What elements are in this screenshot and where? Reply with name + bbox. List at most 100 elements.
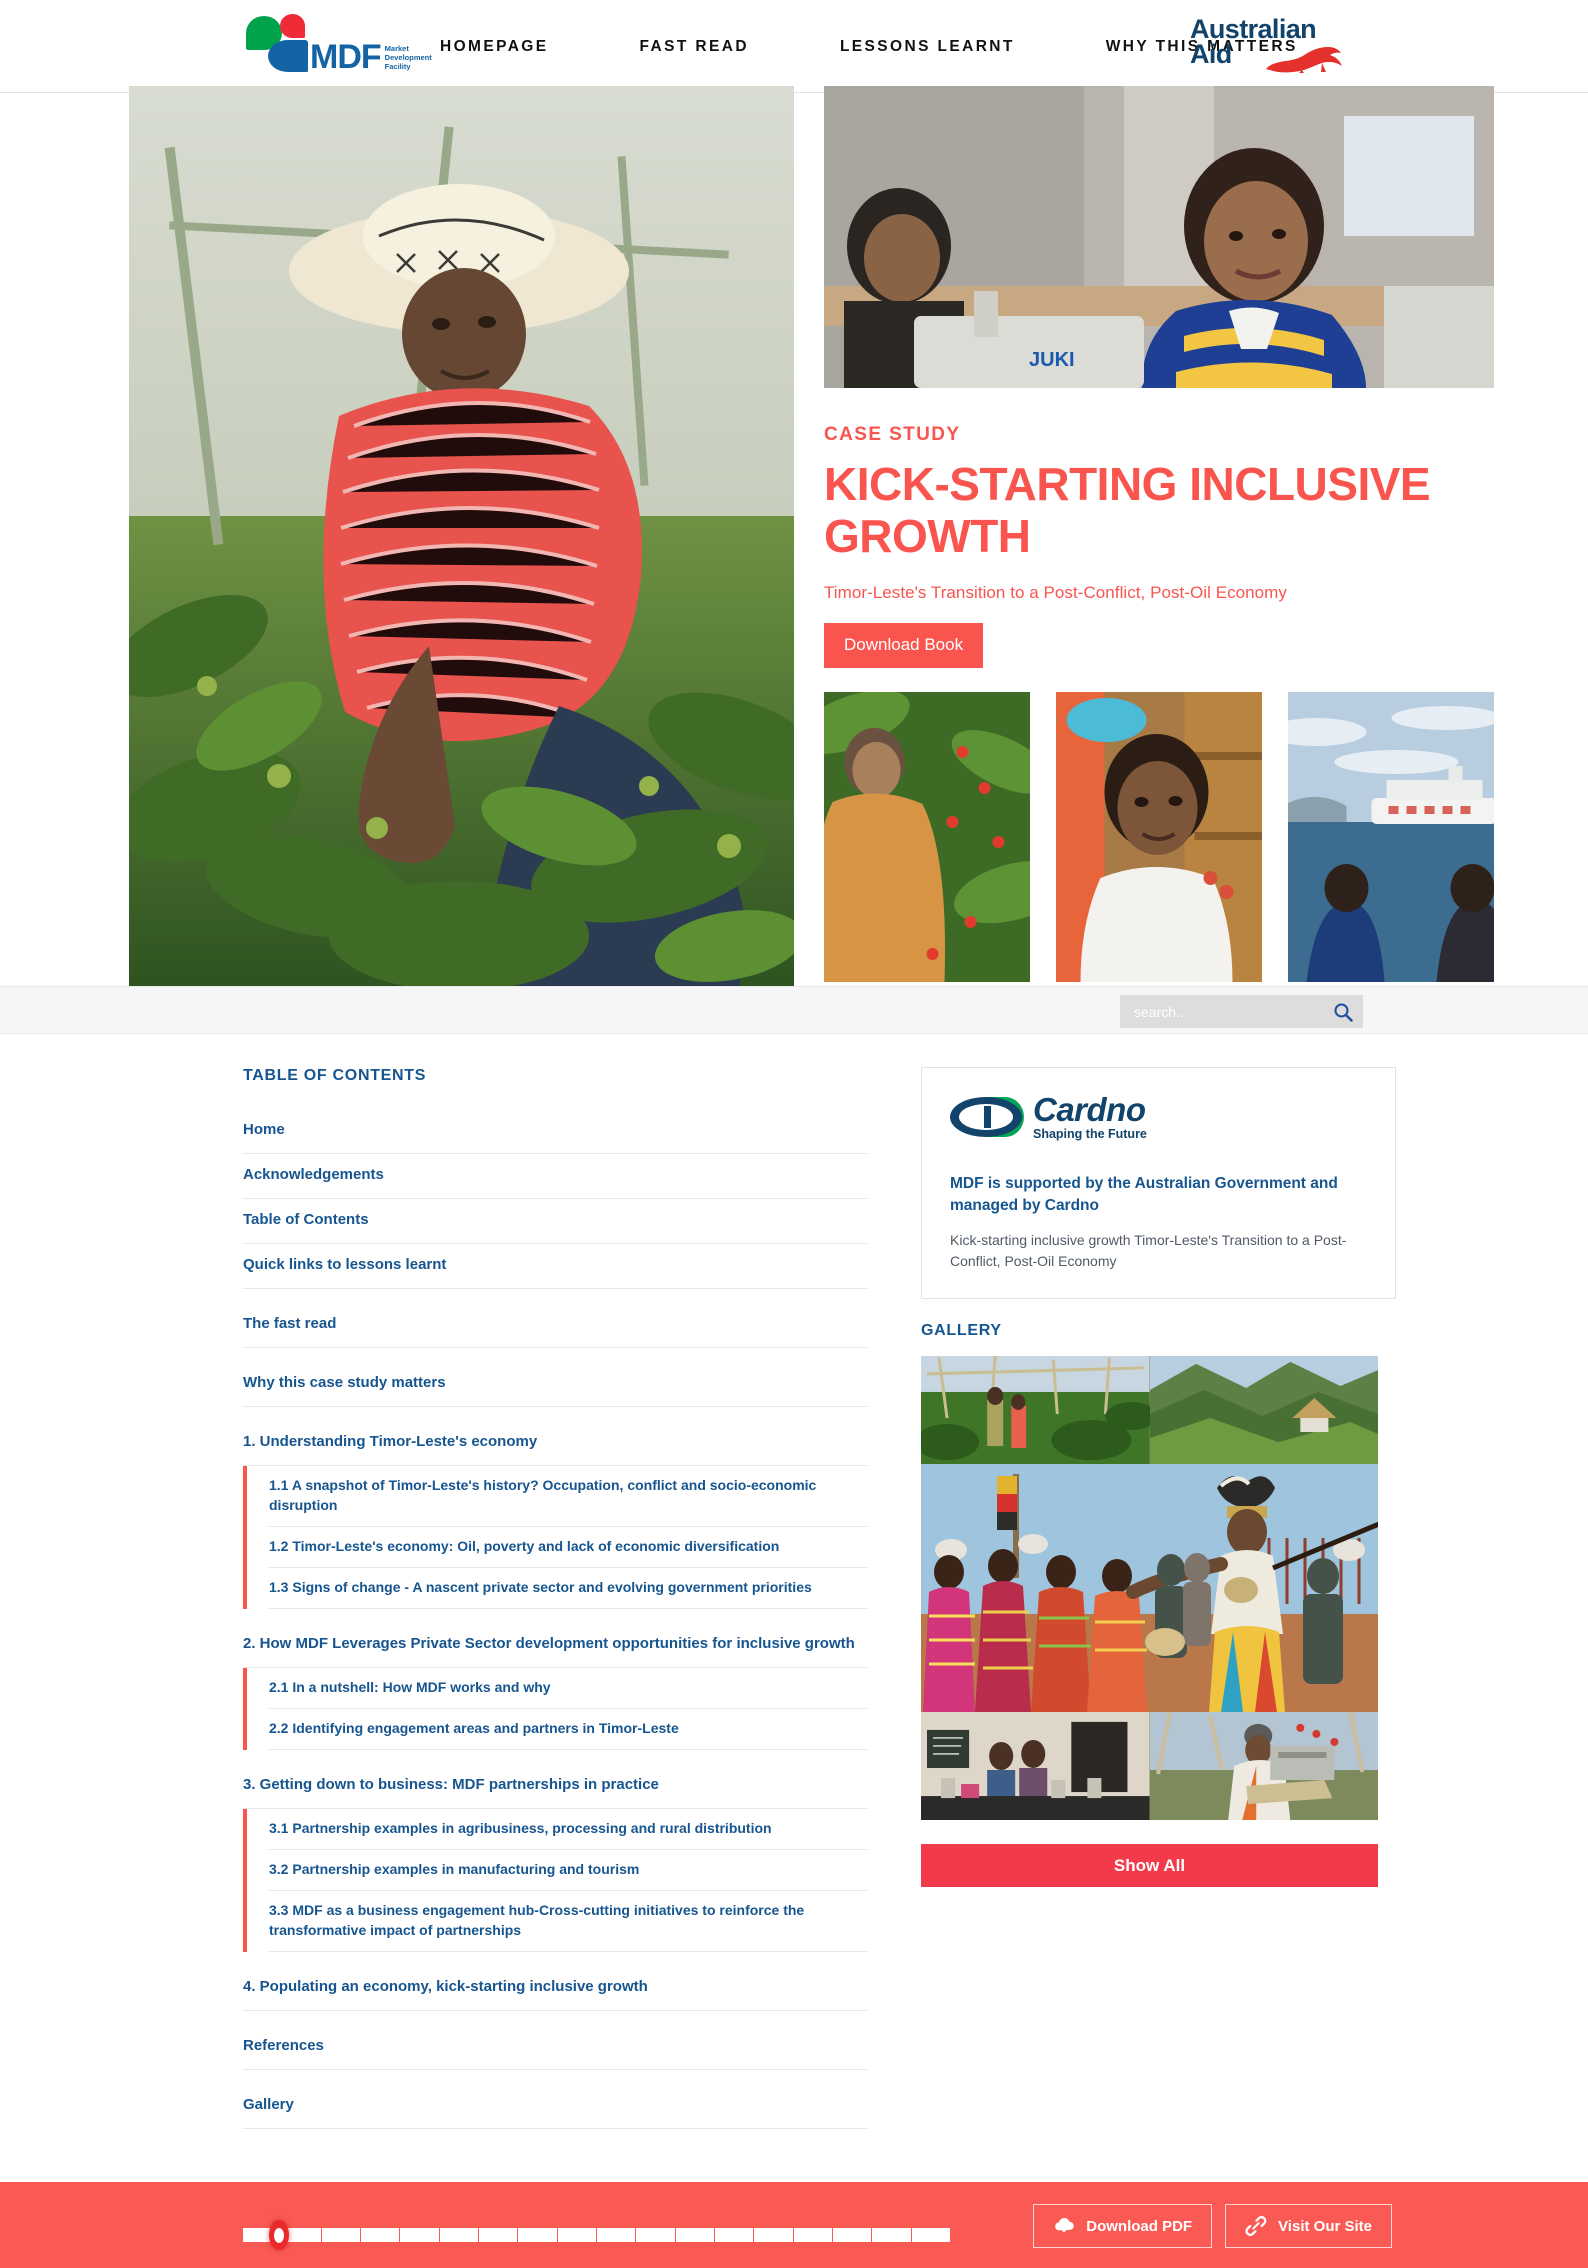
progress-tick bbox=[596, 2228, 637, 2242]
progress-tick bbox=[557, 2228, 597, 2242]
toc-item-gallery[interactable]: Gallery bbox=[243, 2070, 867, 2129]
nav-item-fast-read[interactable]: FAST READ bbox=[639, 38, 748, 56]
link-icon bbox=[1245, 2216, 1267, 2236]
reading-progress-slider[interactable] bbox=[243, 2220, 950, 2250]
shopkeeper-graphic bbox=[1056, 692, 1262, 982]
page-root: MDF Market Development Facility HOMEPAGE… bbox=[0, 0, 1588, 2268]
toc-subitem-1-3[interactable]: 1.3 Signs of change - A nascent private … bbox=[269, 1568, 867, 1609]
progress-tick bbox=[518, 2228, 558, 2242]
gallery-item-coffee-stall[interactable] bbox=[921, 1712, 1150, 1820]
show-all-button[interactable]: Show All bbox=[921, 1844, 1378, 1887]
progress-tick bbox=[675, 2228, 715, 2242]
hero-photo-graphic bbox=[129, 86, 794, 986]
progress-tick bbox=[793, 2228, 833, 2242]
toc-subitem-2-2[interactable]: 2.2 Identifying engagement areas and par… bbox=[269, 1709, 867, 1750]
sidebar: Cardno Shaping the Future MDF is support… bbox=[921, 1067, 1396, 1887]
toc-item-references[interactable]: References bbox=[243, 2011, 867, 2070]
toc-heading: TABLE OF CONTENTS bbox=[243, 1067, 427, 1084]
toc-subitem-1-1[interactable]: 1.1 A snapshot of Timor-Leste's history?… bbox=[269, 1466, 867, 1527]
download-pdf-label: Download PDF bbox=[1086, 2217, 1193, 2235]
toc-item-table-of-contents[interactable]: Table of Contents bbox=[243, 1199, 867, 1244]
toc-subitem-3-3[interactable]: 3.3 MDF as a business engagement hub-Cro… bbox=[269, 1891, 867, 1952]
hero-kicker: CASE STUDY bbox=[824, 424, 961, 445]
gallery-item-farmers[interactable] bbox=[921, 1356, 1150, 1464]
nav-item-lessons-learnt[interactable]: LESSONS LEARNT bbox=[840, 38, 1015, 56]
search-button[interactable] bbox=[1323, 1002, 1363, 1022]
toc-item-why-matters[interactable]: Why this case study matters bbox=[243, 1348, 867, 1407]
sponsor-card-title: MDF is supported by the Australian Gover… bbox=[950, 1175, 1338, 1214]
thumbnail-woman-shopkeeper[interactable] bbox=[1056, 692, 1262, 982]
gallery-grid bbox=[921, 1356, 1378, 1820]
cruise-ship-graphic bbox=[1288, 692, 1494, 982]
thumbnail-coffee-farmer[interactable] bbox=[824, 692, 1030, 982]
toc-item-quick-links[interactable]: Quick links to lessons learnt bbox=[243, 1244, 867, 1289]
hero-section: JUKI CASE STUDY KICK-STARTING INCLUSIVE … bbox=[0, 86, 1588, 986]
speech-bubble-blue-icon bbox=[268, 40, 308, 72]
gallery-item-traditional-dance[interactable] bbox=[921, 1464, 1378, 1712]
search-input[interactable] bbox=[1120, 1003, 1323, 1020]
download-book-button[interactable]: Download Book bbox=[824, 623, 984, 668]
hero-subtitle: Timor-Leste's Transition to a Post-Confl… bbox=[824, 583, 1287, 602]
gallery-dance-graphic bbox=[921, 1464, 1378, 1712]
toc-item-chapter-1[interactable]: 1. Understanding Timor-Leste's economy bbox=[243, 1407, 867, 1466]
cardno-bar-icon bbox=[984, 1106, 991, 1128]
speech-bubble-red-icon bbox=[280, 14, 305, 38]
progress-tick bbox=[872, 2228, 912, 2242]
toc-item-home[interactable]: Home bbox=[243, 1109, 867, 1154]
toc-subgroup-1: 1.1 A snapshot of Timor-Leste's history?… bbox=[243, 1466, 867, 1609]
page-title: KICK-STARTING INCLUSIVE GROWTH bbox=[824, 458, 1431, 562]
gallery-heading: GALLERY bbox=[921, 1322, 1002, 1339]
gallery-coffee-stall-graphic bbox=[921, 1712, 1150, 1820]
progress-tick bbox=[754, 2228, 794, 2242]
toc-subitem-1-2[interactable]: 1.2 Timor-Leste's economy: Oil, poverty … bbox=[269, 1527, 867, 1568]
gallery-landscape-graphic bbox=[1149, 1356, 1378, 1464]
australian-aid-logo: Australian Aid bbox=[1190, 16, 1350, 75]
sponsor-card-description: Kick-starting inclusive growth Timor-Les… bbox=[950, 1232, 1347, 1269]
hero-thumbnail-row bbox=[824, 692, 1494, 982]
footer-actions: Download PDF Visit Our Site bbox=[1033, 2204, 1392, 2248]
toc-subgroup-2: 2.1 In a nutshell: How MDF works and why… bbox=[243, 1668, 867, 1750]
kangaroo-icon bbox=[1266, 47, 1342, 73]
nav-item-homepage[interactable]: HOMEPAGE bbox=[440, 38, 548, 56]
gallery-item-coffee-sorting[interactable] bbox=[1149, 1712, 1378, 1820]
toc-subitem-3-2[interactable]: 3.2 Partnership examples in manufacturin… bbox=[269, 1850, 867, 1891]
site-header: MDF Market Development Facility HOMEPAGE… bbox=[0, 0, 1588, 93]
table-of-contents: TABLE OF CONTENTS Home Acknowledgements … bbox=[243, 1067, 867, 2129]
mdf-logo-subtext: Market Development Facility bbox=[384, 44, 432, 71]
toc-item-fast-read[interactable]: The fast read bbox=[243, 1289, 867, 1348]
download-pdf-button[interactable]: Download PDF bbox=[1033, 2204, 1213, 2248]
mdf-logo[interactable]: MDF Market Development Facility bbox=[246, 10, 432, 76]
toc-item-acknowledgements[interactable]: Acknowledgements bbox=[243, 1154, 867, 1199]
thumbnail-cruise-ship[interactable] bbox=[1288, 692, 1494, 982]
progress-tick bbox=[478, 2228, 519, 2242]
visit-site-button[interactable]: Visit Our Site bbox=[1225, 2204, 1392, 2248]
hero-right-column: JUKI CASE STUDY KICK-STARTING INCLUSIVE … bbox=[824, 86, 1494, 982]
coffee-farmer-graphic bbox=[824, 692, 1030, 982]
mdf-logo-mark bbox=[246, 12, 312, 72]
progress-tick bbox=[321, 2228, 361, 2242]
progress-track[interactable] bbox=[243, 2228, 950, 2242]
toc-item-chapter-2[interactable]: 2. How MDF Leverages Private Sector deve… bbox=[243, 1609, 867, 1668]
cardno-logo: Cardno Shaping the Future bbox=[950, 1093, 1367, 1147]
toc-subitem-2-1[interactable]: 2.1 In a nutshell: How MDF works and why bbox=[269, 1668, 867, 1709]
toc-item-chapter-3[interactable]: 3. Getting down to business: MDF partner… bbox=[243, 1750, 867, 1809]
progress-knob[interactable] bbox=[269, 2220, 289, 2250]
cardno-wordmark-block: Cardno Shaping the Future bbox=[1033, 1093, 1147, 1141]
hero-photo-garment-workers: JUKI bbox=[824, 86, 1494, 388]
gallery-farmers-graphic bbox=[921, 1356, 1150, 1464]
cardno-tagline: Shaping the Future bbox=[1033, 1127, 1147, 1141]
search-box[interactable] bbox=[1120, 995, 1363, 1028]
cardno-logo-mark bbox=[950, 1095, 1024, 1139]
search-icon bbox=[1334, 1003, 1353, 1022]
hero-main-photo-farmer bbox=[129, 86, 794, 986]
mdf-logo-text: MDF bbox=[310, 38, 382, 76]
toc-item-chapter-4[interactable]: 4. Populating an economy, kick-starting … bbox=[243, 1952, 867, 2011]
gallery-coffee-sorting-graphic bbox=[1149, 1712, 1378, 1820]
svg-text:JUKI: JUKI bbox=[1029, 349, 1075, 371]
footer-bar: Download PDF Visit Our Site bbox=[0, 2182, 1588, 2268]
toc-subitem-3-1[interactable]: 3.1 Partnership examples in agribusiness… bbox=[269, 1809, 867, 1850]
sponsor-card: Cardno Shaping the Future MDF is support… bbox=[921, 1067, 1396, 1299]
gallery-item-landscape[interactable] bbox=[1149, 1356, 1378, 1464]
garment-factory-graphic: JUKI bbox=[824, 86, 1494, 388]
progress-tick bbox=[360, 2228, 401, 2242]
